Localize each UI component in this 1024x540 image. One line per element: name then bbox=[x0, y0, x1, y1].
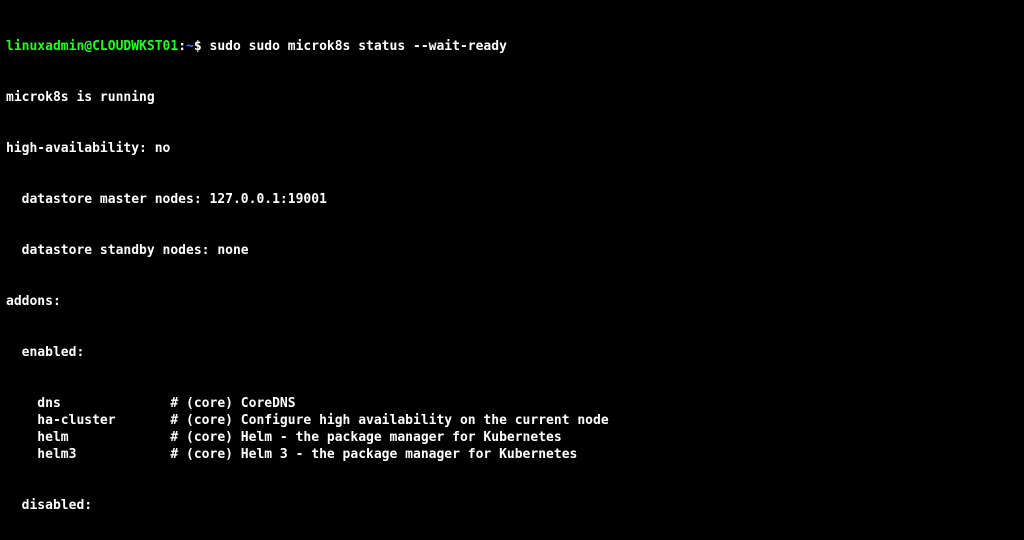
prompt-user: linuxadmin@CLOUDWKST01 bbox=[6, 39, 178, 54]
addon-line: ha-cluster # (core) Configure high avail… bbox=[6, 412, 1018, 429]
output-master-nodes: datastore master nodes: 127.0.0.1:19001 bbox=[6, 191, 1018, 208]
output-ha: high-availability: no bbox=[6, 140, 1018, 157]
output-disabled-header: disabled: bbox=[6, 497, 1018, 514]
addon-line: helm # (core) Helm - the package manager… bbox=[6, 429, 1018, 446]
terminal[interactable]: linuxadmin@CLOUDWKST01:~$ sudo sudo micr… bbox=[0, 0, 1024, 540]
addon-line: dns # (core) CoreDNS bbox=[6, 395, 1018, 412]
enabled-addons-list: dns # (core) CoreDNS ha-cluster # (core)… bbox=[6, 395, 1018, 463]
command-text: sudo sudo microk8s status --wait-ready bbox=[210, 39, 507, 54]
prompt-sep2: $ bbox=[194, 39, 210, 54]
addon-line: helm3 # (core) Helm 3 - the package mana… bbox=[6, 446, 1018, 463]
prompt-sep1: : bbox=[178, 39, 186, 54]
prompt-line-1: linuxadmin@CLOUDWKST01:~$ sudo sudo micr… bbox=[6, 38, 1018, 55]
output-standby-nodes: datastore standby nodes: none bbox=[6, 242, 1018, 259]
output-running: microk8s is running bbox=[6, 89, 1018, 106]
output-addons-header: addons: bbox=[6, 293, 1018, 310]
output-enabled-header: enabled: bbox=[6, 344, 1018, 361]
prompt-cwd: ~ bbox=[186, 39, 194, 54]
